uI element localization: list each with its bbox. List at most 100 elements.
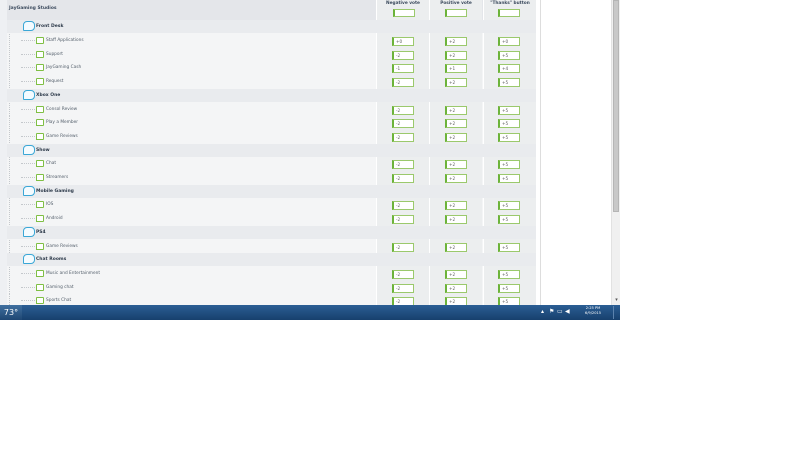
forum-row: Request -2 +2 +5 bbox=[7, 75, 536, 89]
forum-row: IOS -2 +2 +5 bbox=[7, 198, 536, 212]
forum-label: Game Reviews bbox=[46, 133, 78, 139]
tree-connector bbox=[21, 67, 35, 69]
forum-icon bbox=[36, 50, 44, 58]
thanks-button-input[interactable]: +5 bbox=[498, 297, 520, 305]
forum-row: Music and Entertainment -2 +2 +5 bbox=[7, 266, 536, 280]
vertical-scrollbar[interactable]: ▾ bbox=[611, 0, 620, 305]
negative-vote-input[interactable]: -2 bbox=[392, 269, 414, 279]
positive-vote-input[interactable]: +2 bbox=[445, 269, 467, 279]
thanks-button-input[interactable]: +0 bbox=[498, 37, 520, 46]
thanks-button-input[interactable]: +5 bbox=[498, 242, 520, 252]
positive-vote-input[interactable]: +2 bbox=[445, 119, 467, 129]
negative-vote-input[interactable]: -2 bbox=[392, 215, 414, 225]
forum-row: Consol Review -2 +2 +5 bbox=[7, 102, 536, 116]
forum-label: Support bbox=[46, 51, 63, 57]
clock[interactable]: 2:25 PM 6/9/2015 bbox=[580, 306, 606, 316]
show-hidden-icons-icon[interactable]: ▴ bbox=[541, 307, 544, 317]
thanks-button-input[interactable]: +5 bbox=[498, 50, 520, 60]
forum-icon bbox=[36, 283, 44, 291]
positive-vote-input[interactable]: +2 bbox=[445, 297, 467, 305]
positive-vote-input[interactable]: +2 bbox=[445, 242, 467, 252]
negative-vote-input[interactable]: -2 bbox=[392, 132, 414, 142]
positive-vote-input[interactable]: +2 bbox=[445, 105, 467, 115]
scroll-down-arrow-icon[interactable]: ▾ bbox=[613, 297, 620, 304]
negative-vote-input[interactable]: -2 bbox=[392, 242, 414, 252]
positive-vote-input[interactable]: +2 bbox=[445, 215, 467, 225]
taskbar: 73° ▴ ⚑ ▭ ◀ 2:25 PM 6/9/2015 bbox=[0, 305, 620, 320]
negative-vote-input[interactable]: -2 bbox=[392, 105, 414, 115]
forum-icon bbox=[36, 201, 44, 209]
volume-icon[interactable]: ◀ bbox=[565, 307, 570, 317]
negative-vote-input[interactable]: +0 bbox=[392, 37, 414, 46]
scrollbar-thumb[interactable] bbox=[613, 0, 619, 212]
category-folder-icon bbox=[23, 226, 35, 237]
positive-vote-input[interactable]: +2 bbox=[445, 132, 467, 142]
negative-vote-input[interactable]: -1 bbox=[392, 64, 414, 74]
tree-connector bbox=[21, 272, 35, 274]
forum-label: Music and Entertainment bbox=[46, 270, 101, 276]
negative-vote-input[interactable]: -2 bbox=[392, 119, 414, 129]
thanks-button-input[interactable]: +5 bbox=[498, 119, 520, 129]
header-input-thanks-button[interactable] bbox=[498, 9, 520, 17]
forum-icon bbox=[36, 64, 44, 72]
forum-label: Play a Member bbox=[46, 120, 79, 126]
thanks-button-input[interactable]: +5 bbox=[498, 160, 520, 170]
thanks-button-input[interactable]: +5 bbox=[498, 105, 520, 115]
negative-vote-input[interactable]: -2 bbox=[392, 78, 414, 88]
action-center-flag-icon[interactable]: ⚑ bbox=[549, 307, 554, 317]
tree-connector bbox=[21, 163, 35, 165]
weather-widget[interactable]: 73° bbox=[0, 305, 22, 320]
negative-vote-input[interactable]: -2 bbox=[392, 50, 414, 60]
thanks-button-input[interactable]: +5 bbox=[498, 269, 520, 279]
forum-icon bbox=[36, 269, 44, 277]
category-row: PS4 bbox=[7, 225, 536, 239]
thanks-button-input[interactable]: +5 bbox=[498, 215, 520, 225]
category-row: Chat Rooms bbox=[7, 253, 536, 267]
category-folder-icon bbox=[23, 89, 35, 100]
tree-connector bbox=[21, 108, 35, 110]
positive-vote-input[interactable]: +2 bbox=[445, 174, 467, 183]
positive-vote-input[interactable]: +1 bbox=[445, 64, 467, 74]
thanks-button-input[interactable]: +5 bbox=[498, 78, 520, 88]
forum-row: Game Reviews -2 +2 +5 bbox=[7, 239, 536, 253]
network-icon[interactable]: ▭ bbox=[557, 307, 563, 317]
negative-vote-input[interactable]: -2 bbox=[392, 174, 414, 183]
forum-row: Staff Applications +0 +2 +0 bbox=[7, 34, 536, 47]
header-input-positive-vote[interactable] bbox=[445, 9, 467, 17]
header-input-negative-vote[interactable] bbox=[393, 9, 415, 17]
thanks-button-input[interactable]: +5 bbox=[498, 174, 520, 183]
category-row: Mobile Gaming bbox=[7, 184, 536, 198]
forum-row: Chat -2 +2 +5 bbox=[7, 157, 536, 171]
clock-date: 6/9/2015 bbox=[584, 311, 602, 315]
tree-connector bbox=[21, 204, 35, 206]
positive-vote-input[interactable]: +2 bbox=[445, 160, 467, 170]
permissions-board: JayGaming Studios Negative vote Positive … bbox=[7, 0, 536, 305]
forum-label: Request bbox=[46, 79, 64, 85]
negative-vote-input[interactable]: -2 bbox=[392, 297, 414, 305]
category-folder-icon bbox=[23, 21, 35, 31]
negative-vote-input[interactable]: -2 bbox=[392, 160, 414, 170]
positive-vote-input[interactable]: +2 bbox=[445, 37, 467, 46]
negative-vote-input[interactable]: -2 bbox=[392, 283, 414, 293]
forum-label: Consol Review bbox=[46, 106, 78, 112]
forum-label: Game Reviews bbox=[46, 243, 78, 249]
positive-vote-input[interactable]: +2 bbox=[445, 201, 467, 211]
category-label: Show bbox=[36, 147, 50, 153]
positive-vote-input[interactable]: +2 bbox=[445, 283, 467, 293]
tree-connector bbox=[21, 81, 35, 83]
positive-vote-input[interactable]: +2 bbox=[445, 50, 467, 60]
thanks-button-input[interactable]: +5 bbox=[498, 283, 520, 293]
category-label: Front Desk bbox=[36, 24, 64, 29]
thanks-button-input[interactable]: +5 bbox=[498, 132, 520, 142]
thanks-button-input[interactable]: +5 bbox=[498, 201, 520, 211]
forum-label: Gaming chat bbox=[46, 284, 74, 290]
tree-connector bbox=[21, 286, 35, 288]
negative-vote-input[interactable]: -2 bbox=[392, 201, 414, 211]
forum-icon bbox=[36, 174, 44, 181]
positive-vote-input[interactable]: +2 bbox=[445, 78, 467, 88]
show-desktop-button[interactable] bbox=[613, 306, 620, 319]
forum-row: Support -2 +2 +5 bbox=[7, 47, 536, 61]
forum-icon bbox=[36, 105, 44, 113]
thanks-button-input[interactable]: +4 bbox=[498, 64, 520, 74]
forum-icon bbox=[36, 160, 44, 168]
